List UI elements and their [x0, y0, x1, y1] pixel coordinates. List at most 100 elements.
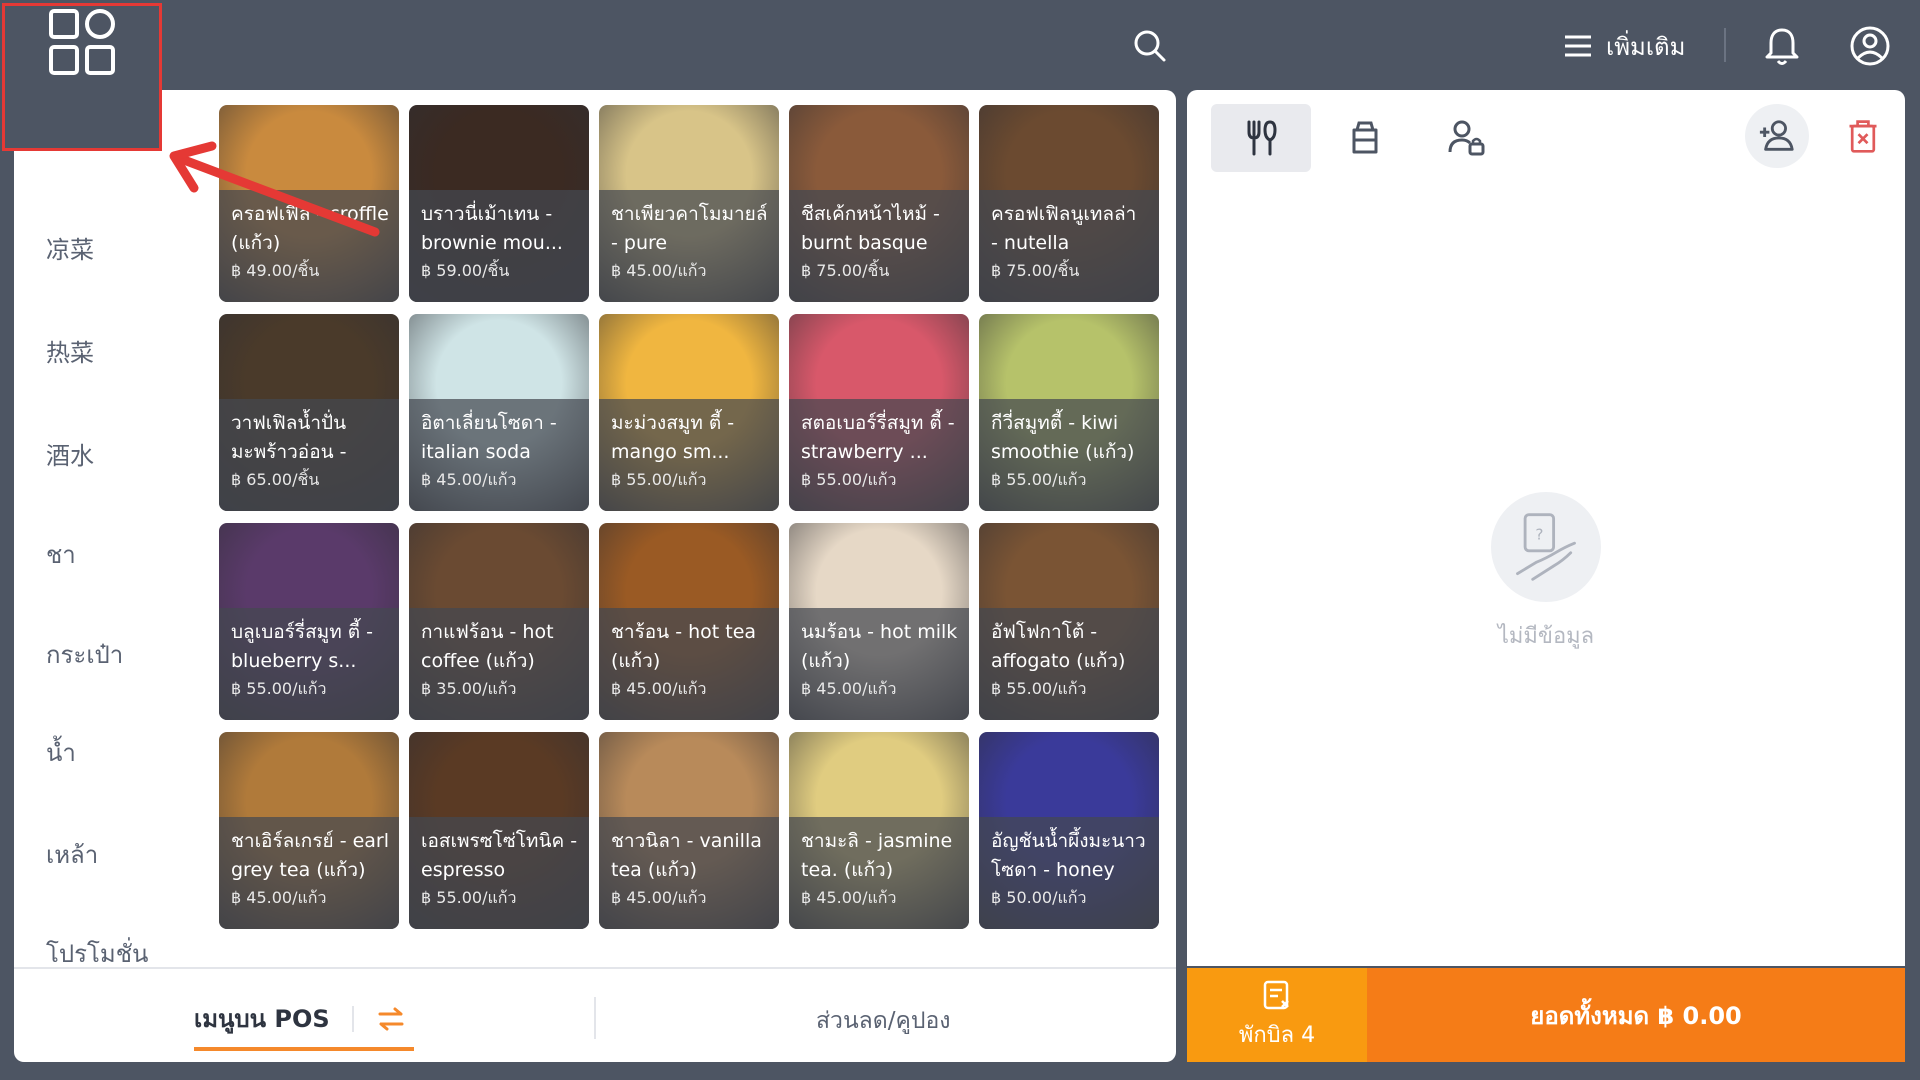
- category-item[interactable]: น้ำ: [46, 733, 76, 772]
- menu-icon: [1565, 35, 1591, 57]
- product-card[interactable]: ชาเพียวคาโมมายล์ - pure camomil... ฿ 45.0…: [599, 105, 779, 302]
- utensils-icon: [1247, 120, 1277, 156]
- product-card[interactable]: อัญชันน้ำผึ้งมะนาว โซดา - honey le... ฿ 5…: [979, 732, 1159, 929]
- product-caption: อัญชันน้ำผึ้งมะนาว โซดา - honey le... ฿ 5…: [979, 817, 1159, 929]
- product-card[interactable]: วาฟเฟิลน้ำปั่น มะพร้าวอ่อน - ba... ฿ 65.0…: [219, 314, 399, 511]
- swap-icon[interactable]: [376, 1004, 406, 1034]
- product-card[interactable]: มะม่วงสมูท ตี้ - mango sm... ฿ 55.00/แก้ว: [599, 314, 779, 511]
- product-card[interactable]: ชาร้อน - hot tea (แก้ว) ฿ 45.00/แก้ว: [599, 523, 779, 720]
- apps-button[interactable]: [2, 3, 162, 151]
- empty-state-illustration: ?: [1491, 492, 1601, 602]
- product-card[interactable]: อัฟโฟกาโต้ - affogato (แก้ว) ฿ 55.00/แก้ว: [979, 523, 1159, 720]
- product-price: ฿ 59.00/ชิ้น: [421, 261, 510, 280]
- product-caption: ชาร้อน - hot tea (แก้ว) ฿ 45.00/แก้ว: [599, 608, 779, 720]
- product-caption: อัฟโฟกาโต้ - affogato (แก้ว) ฿ 55.00/แก้ว: [979, 608, 1159, 720]
- top-bar: เพิ่มเติม: [0, 0, 1920, 90]
- product-price: ฿ 45.00/แก้ว: [611, 679, 707, 698]
- product-name: บราวนี่เม้าเทน - brownie mou...: [421, 203, 563, 254]
- product-price: ฿ 45.00/แก้ว: [611, 888, 707, 907]
- product-price: ฿ 35.00/แก้ว: [421, 679, 517, 698]
- tab-separator: [351, 1005, 354, 1032]
- product-card[interactable]: บลูเบอร์รี่สมูท ตี้ - blueberry s... ฿ 55…: [219, 523, 399, 720]
- product-caption: บราวนี่เม้าเทน - brownie mou... ฿ 59.00/ช…: [409, 190, 589, 302]
- product-name: วาฟเฟิลน้ำปั่น มะพร้าวอ่อน - ba...: [231, 412, 347, 463]
- product-name: อัฟโฟกาโต้ - affogato (แก้ว): [991, 621, 1126, 672]
- product-card[interactable]: อิตาเลี่ยนโซดา - italian soda (แก้ว) ฿ 45…: [409, 314, 589, 511]
- product-caption: อิตาเลี่ยนโซดา - italian soda (แก้ว) ฿ 45…: [409, 399, 589, 511]
- category-item[interactable]: 凉菜: [46, 230, 94, 265]
- bell-icon[interactable]: [1762, 24, 1802, 68]
- product-caption: บลูเบอร์รี่สมูท ตี้ - blueberry s... ฿ 55…: [219, 608, 399, 720]
- takeaway-tab[interactable]: [1315, 104, 1415, 172]
- category-item[interactable]: เหล้า: [46, 835, 98, 874]
- product-card[interactable]: กีวี่สมูทตี้ - kiwi smoothie (แก้ว) ฿ 55.…: [979, 314, 1159, 511]
- add-customer-button[interactable]: [1745, 104, 1809, 168]
- product-name: กาแฟร้อน - hot coffee (แก้ว): [421, 621, 554, 672]
- product-card[interactable]: กาแฟร้อน - hot coffee (แก้ว) ฿ 35.00/แก้ว: [409, 523, 589, 720]
- product-caption: สตอเบอร์รี่สมูท ตี้ - strawberry ... ฿ 55…: [789, 399, 969, 511]
- category-item[interactable]: 热菜: [46, 333, 94, 368]
- more-button[interactable]: เพิ่มเติม: [1562, 24, 1685, 68]
- product-card[interactable]: ครอฟเฟิลนูเทลล่า - nutella croffle... ฿ 7…: [979, 105, 1159, 302]
- tab-pos-menu[interactable]: เมนูบน POS: [194, 999, 406, 1038]
- product-name: ชาร้อน - hot tea (แก้ว): [611, 621, 757, 672]
- product-card[interactable]: ชาเอิร์ลเกรย์ - earl grey tea (แก้ว) ฿ 45…: [219, 732, 399, 929]
- product-caption: ครอฟเฟิล - croffle (แก้ว) ฿ 49.00/ชิ้น: [219, 190, 399, 302]
- checkout-button[interactable]: ยอดทั้งหมด ฿ 0.00: [1367, 968, 1905, 1062]
- product-card[interactable]: ครอฟเฟิล - croffle (แก้ว) ฿ 49.00/ชิ้น: [219, 105, 399, 302]
- product-name: ครอฟเฟิล - croffle (แก้ว): [231, 203, 389, 254]
- product-card[interactable]: นมร้อน - hot milk (แก้ว) ฿ 45.00/แก้ว: [789, 523, 969, 720]
- product-caption: กีวี่สมูทตี้ - kiwi smoothie (แก้ว) ฿ 55.…: [979, 399, 1159, 511]
- product-card[interactable]: ชามะลิ - jasmine tea. (แก้ว) ฿ 45.00/แก้ว: [789, 732, 969, 929]
- product-card[interactable]: บราวนี่เม้าเทน - brownie mou... ฿ 59.00/ช…: [409, 105, 589, 302]
- product-grid: ครอฟเฟิล - croffle (แก้ว) ฿ 49.00/ชิ้น บรา…: [219, 105, 1159, 935]
- product-name: ครอฟเฟิลนูเทลล่า - nutella croffle...: [991, 203, 1137, 254]
- product-price: ฿ 75.00/ชิ้น: [991, 261, 1080, 280]
- hold-bill-button[interactable]: พักบิล 4: [1187, 968, 1367, 1062]
- category-item[interactable]: โปรโมชั่น: [46, 934, 148, 970]
- bottom-tabs: เมนูบน POS ส่วนลด/คูปอง: [14, 967, 1176, 1062]
- product-price: ฿ 55.00/แก้ว: [231, 679, 327, 698]
- product-price: ฿ 45.00/แก้ว: [801, 888, 897, 907]
- tab-discount[interactable]: ส่วนลด/คูปอง: [816, 1003, 951, 1039]
- product-name: บลูเบอร์รี่สมูท ตี้ - blueberry s...: [231, 621, 373, 672]
- product-price: ฿ 55.00/แก้ว: [421, 888, 517, 907]
- product-name: ชาวนิลา - vanilla tea (แก้ว): [611, 830, 762, 881]
- category-item[interactable]: กระเป๋า: [46, 635, 123, 674]
- order-panel: ? ไม่มีข้อมูล: [1187, 90, 1905, 966]
- category-item[interactable]: ชา: [46, 535, 76, 574]
- product-caption: ชาวนิลา - vanilla tea (แก้ว) ฿ 45.00/แก้ว: [599, 817, 779, 929]
- product-name: เอสเพรซโซ่โทนิค - espresso tonic....: [421, 830, 578, 881]
- product-price: ฿ 75.00/ชิ้น: [801, 261, 890, 280]
- member-tab[interactable]: [1417, 104, 1517, 172]
- product-caption: กาแฟร้อน - hot coffee (แก้ว) ฿ 35.00/แก้ว: [409, 608, 589, 720]
- product-name: ชีสเค้กหน้าไหม้ - burnt basque c...: [801, 203, 940, 254]
- product-name: ชาเอิร์ลเกรย์ - earl grey tea (แก้ว): [231, 830, 389, 881]
- product-price: ฿ 45.00/แก้ว: [231, 888, 327, 907]
- product-card[interactable]: สตอเบอร์รี่สมูท ตี้ - strawberry ... ฿ 55…: [789, 314, 969, 511]
- svg-text:?: ?: [1535, 525, 1543, 543]
- product-price: ฿ 55.00/แก้ว: [611, 470, 707, 489]
- product-caption: ชาเพียวคาโมมายล์ - pure camomil... ฿ 45.0…: [599, 190, 779, 302]
- product-caption: นมร้อน - hot milk (แก้ว) ฿ 45.00/แก้ว: [789, 608, 969, 720]
- add-user-icon: [1759, 120, 1794, 151]
- product-card[interactable]: ชาวนิลา - vanilla tea (แก้ว) ฿ 45.00/แก้ว: [599, 732, 779, 929]
- category-list: 凉菜 热菜 酒水 ชา กระเป๋า น้ำ เหล้า โปรโมชั่น: [14, 90, 214, 970]
- user-circle-icon[interactable]: [1848, 24, 1892, 68]
- product-name: ชาเพียวคาโมมายล์ - pure camomil...: [611, 203, 768, 254]
- product-name: มะม่วงสมูท ตี้ - mango sm...: [611, 412, 735, 463]
- product-price: ฿ 65.00/ชิ้น: [231, 470, 320, 489]
- product-price: ฿ 45.00/แก้ว: [611, 261, 707, 280]
- product-card[interactable]: ชีสเค้กหน้าไหม้ - burnt basque c... ฿ 75.…: [789, 105, 969, 302]
- bill-icon: [1263, 980, 1289, 1009]
- product-caption: ชาเอิร์ลเกรย์ - earl grey tea (แก้ว) ฿ 45…: [219, 817, 399, 929]
- product-caption: วาฟเฟิลน้ำปั่น มะพร้าวอ่อน - ba... ฿ 65.0…: [219, 399, 399, 511]
- product-price: ฿ 45.00/แก้ว: [421, 470, 517, 489]
- search-icon[interactable]: [1130, 26, 1170, 66]
- product-name: อิตาเลี่ยนโซดา - italian soda (แก้ว): [421, 412, 557, 463]
- product-card[interactable]: เอสเพรซโซ่โทนิค - espresso tonic.... ฿ 55…: [409, 732, 589, 929]
- category-item[interactable]: 酒水: [46, 436, 94, 471]
- empty-hand-icon: ?: [1516, 513, 1576, 581]
- clear-order-button[interactable]: [1837, 110, 1889, 162]
- dine-in-tab[interactable]: [1211, 104, 1311, 172]
